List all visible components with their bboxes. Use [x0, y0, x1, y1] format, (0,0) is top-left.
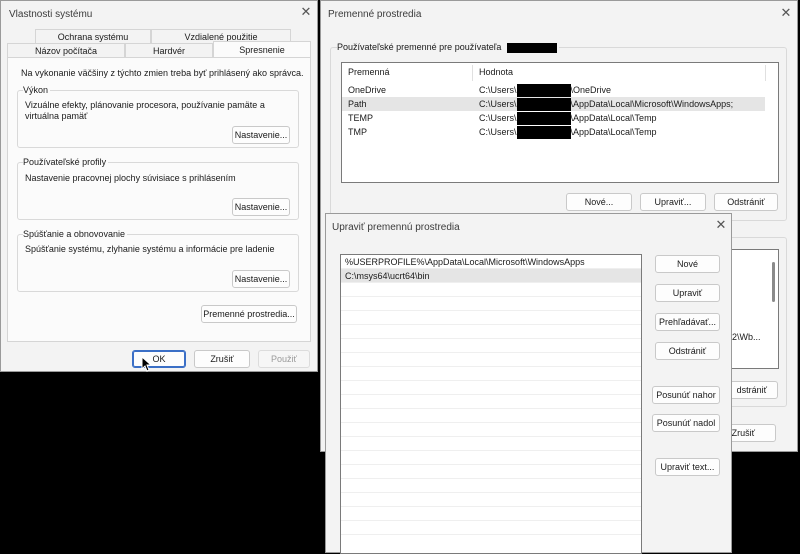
edit-text-button[interactable]: Upraviť text...: [655, 458, 720, 476]
move-down-button[interactable]: Posunúť nadol: [652, 414, 720, 432]
table-row[interactable]: TEMP C:\Users\ \AppData\Local\Temp: [342, 111, 765, 125]
list-item[interactable]: %USERPROFILE%\AppData\Local\Microsoft\Wi…: [341, 255, 641, 269]
performance-desc: Vizuálne efekty, plánovanie procesora, p…: [25, 100, 265, 121]
profiles-desc: Nastavenie pracovnej plochy súvisiace s …: [25, 173, 236, 183]
profiles-title: Používateľské profily: [23, 157, 109, 167]
system-properties-titlebar: Vlastnosti systému: [1, 1, 317, 27]
user-vars-title: Používateľské premenné pre používateľa: [337, 42, 559, 53]
close-icon[interactable]: ✕: [297, 4, 315, 22]
table-row[interactable]: OneDrive C:\Users\ \OneDrive: [342, 83, 765, 97]
redacted-username: [516, 111, 571, 125]
redacted-username: [506, 42, 557, 53]
path-entries-list[interactable]: %USERPROFILE%\AppData\Local\Microsoft\Wi…: [340, 254, 642, 554]
list-item-empty[interactable]: [341, 325, 641, 339]
new-entry-button[interactable]: Nové: [655, 255, 720, 273]
edit-variable-window: Upraviť premennú prostredia ✕ %USERPROFI…: [325, 213, 732, 554]
performance-title: Výkon: [23, 85, 51, 95]
list-item-empty[interactable]: [341, 353, 641, 367]
environment-variables-button[interactable]: Premenné prostredia...: [201, 305, 297, 323]
list-item-empty[interactable]: [341, 311, 641, 325]
browse-button[interactable]: Prehľadávať...: [655, 313, 720, 331]
column-header-variable[interactable]: Premenná: [348, 67, 390, 77]
mouse-cursor-icon: [141, 356, 151, 372]
list-item-empty[interactable]: [341, 465, 641, 479]
list-item-empty[interactable]: [341, 339, 641, 353]
list-item-empty[interactable]: [341, 479, 641, 493]
list-item-empty[interactable]: [341, 507, 641, 521]
window-title: Premenné prostredia: [328, 8, 422, 20]
performance-settings-button[interactable]: Nastavenie...: [232, 126, 290, 144]
admin-note: Na vykonanie väčšiny z týchto zmien treb…: [21, 68, 304, 78]
table-row[interactable]: Path C:\Users\ \AppData\Local\Microsoft\W…: [342, 97, 765, 111]
delete-entry-button[interactable]: Odstrániť: [655, 342, 720, 360]
list-item-empty[interactable]: [341, 409, 641, 423]
list-item-empty[interactable]: [341, 423, 641, 437]
apply-button[interactable]: Použiť: [258, 350, 310, 368]
delete-user-var-button[interactable]: Odstrániť: [714, 193, 778, 211]
redacted-username: [516, 83, 571, 97]
window-title: Upraviť premennú prostredia: [332, 221, 460, 233]
tab-advanced[interactable]: Spresnenie: [213, 41, 311, 57]
list-item-empty[interactable]: [341, 381, 641, 395]
table-row[interactable]: TMP C:\Users\ \AppData\Local\Temp: [342, 125, 765, 139]
partial-value: 2\Wb...: [732, 332, 761, 342]
edit-user-var-button[interactable]: Upraviť...: [640, 193, 706, 211]
list-item[interactable]: C:\msys64\ucrt64\bin: [341, 269, 641, 283]
list-item-empty[interactable]: [341, 367, 641, 381]
tab-hardware[interactable]: Hardvér: [125, 43, 213, 57]
close-icon[interactable]: ✕: [777, 5, 795, 23]
list-item-empty[interactable]: [341, 451, 641, 465]
list-item-empty[interactable]: [341, 437, 641, 451]
startup-settings-button[interactable]: Nastavenie...: [232, 270, 290, 288]
list-item-empty[interactable]: [341, 297, 641, 311]
list-item-empty[interactable]: [341, 283, 641, 297]
user-vars-table[interactable]: Premenná Hodnota OneDrive C:\Users\ \OneD…: [341, 62, 779, 183]
redacted-username: [516, 97, 571, 111]
new-user-var-button[interactable]: Nové...: [566, 193, 632, 211]
tab-system-protection[interactable]: Ochrana systému: [35, 29, 151, 43]
window-title: Vlastnosti systému: [9, 8, 93, 20]
startup-title: Spúšťanie a obnovovanie: [23, 229, 127, 239]
column-divider: [472, 65, 473, 81]
tab-computer-name[interactable]: Názov počítača: [7, 43, 125, 57]
column-divider: [765, 65, 766, 81]
cancel-button[interactable]: Zrušiť: [194, 350, 250, 368]
table-scrollbar[interactable]: [772, 262, 775, 302]
list-item-empty[interactable]: [341, 395, 641, 409]
startup-desc: Spúšťanie systému, zlyhanie systému a in…: [25, 244, 275, 254]
profiles-settings-button[interactable]: Nastavenie...: [232, 198, 290, 216]
edit-entry-button[interactable]: Upraviť: [655, 284, 720, 302]
system-properties-window: Vlastnosti systému ✕ Ochrana systému Vzd…: [0, 0, 318, 372]
list-item-empty[interactable]: [341, 493, 641, 507]
list-item-empty[interactable]: [341, 521, 641, 535]
close-icon[interactable]: ✕: [712, 217, 730, 235]
column-header-value[interactable]: Hodnota: [479, 67, 513, 77]
env-titlebar: Premenné prostredia: [321, 1, 797, 27]
redacted-username: [516, 125, 571, 139]
edit-titlebar: Upraviť premennú prostredia: [326, 214, 731, 240]
move-up-button[interactable]: Posunúť nahor: [652, 386, 720, 404]
